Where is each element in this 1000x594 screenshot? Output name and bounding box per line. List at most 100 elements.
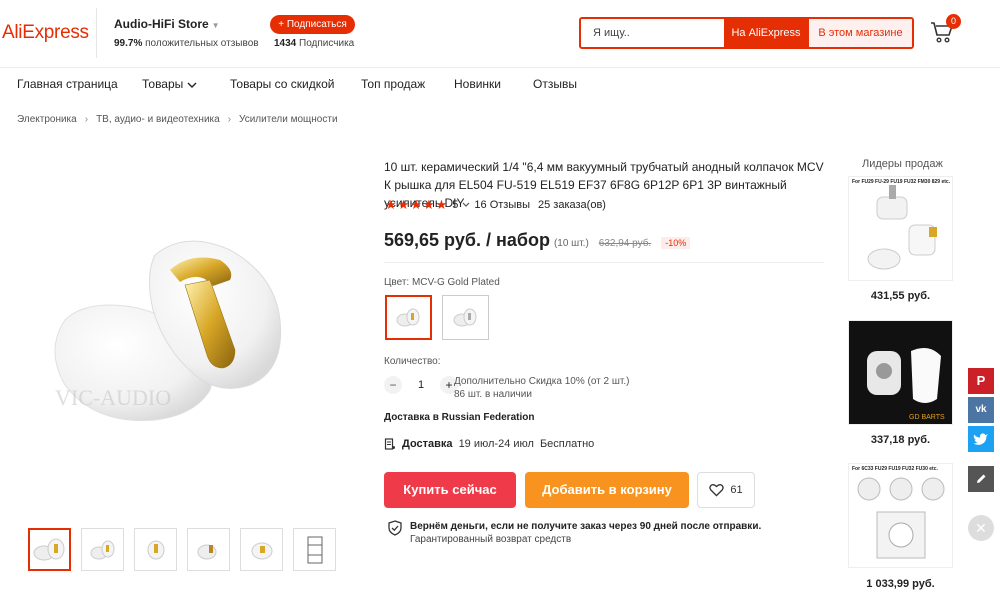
breadcrumb-item[interactable]: Электроника <box>17 114 77 125</box>
delivery-label: Доставка <box>402 438 453 450</box>
top-seller-image[interactable] <box>849 464 953 568</box>
product-thumbnail-image[interactable] <box>193 536 225 564</box>
top-seller-price[interactable]: 1 033,99 руб. <box>848 578 953 590</box>
top-seller-item[interactable]: For 6C33 FU29 FU19 FU32 FU30 etc. <box>848 463 953 568</box>
top-sellers-title: Лидеры продаж <box>862 158 943 170</box>
edit-icon[interactable] <box>968 466 994 492</box>
swatch-image[interactable] <box>394 306 424 330</box>
rating-stars-icon[interactable]: ★★★★★ <box>385 197 448 213</box>
nav-products-label[interactable]: Товары <box>142 77 183 91</box>
quantity-stock: 86 шт. в наличии <box>454 389 532 400</box>
nav-products[interactable]: Товары <box>142 77 230 91</box>
nav-reviews[interactable]: Отзывы <box>533 77 577 91</box>
quantity-input[interactable]: 1 <box>410 379 432 391</box>
aliexpress-logo[interactable]: AliExpress <box>2 22 89 44</box>
rating-value[interactable]: 5 <box>452 199 458 211</box>
cart-count-badge: 0 <box>946 14 961 29</box>
thumbnail[interactable] <box>134 528 177 571</box>
rating-row: ★★★★★ 5 16 Отзывы 25 заказа(ов) <box>385 197 606 213</box>
buyer-protection: Вернём деньги, если не получите заказ че… <box>388 520 761 546</box>
quantity-info: Дополнительно Скидка 10% (от 2 шт.) 86 ш… <box>454 375 629 401</box>
quantity-label: Количество: <box>384 356 441 367</box>
orders-count: 25 заказа(ов) <box>538 199 606 211</box>
store-rating: 99.7% положительных отзывов <box>114 38 259 49</box>
store-name[interactable]: Audio-HiFi Store ▼ <box>114 17 220 31</box>
pencil-icon[interactable] <box>975 473 987 485</box>
color-label: Цвет: MCV-G Gold Plated <box>384 277 500 288</box>
nav-home[interactable]: Главная страница <box>17 77 142 91</box>
delivery-icon <box>384 438 395 450</box>
guarantee-sub[interactable]: Гарантированный возврат средств <box>410 534 571 545</box>
top-seller-price[interactable]: 431,55 руб. <box>848 290 953 302</box>
pinterest-icon[interactable]: P <box>968 368 994 394</box>
buy-now-button[interactable]: Купить сейчас <box>384 472 516 508</box>
chevron-down-icon[interactable] <box>462 202 470 208</box>
subscribers-count: 1434 <box>274 38 297 49</box>
color-option-gold[interactable] <box>385 295 432 340</box>
reviews-link[interactable]: 16 Отзывы <box>474 199 530 211</box>
store-nav: Главная страница Товары Товары со скидко… <box>17 77 577 91</box>
top-seller-item[interactable]: GD BARTS <box>848 320 953 425</box>
thumbnail[interactable] <box>293 528 336 571</box>
watermark-text: VIC-AUDIO <box>55 385 171 410</box>
heart-icon[interactable] <box>709 483 725 497</box>
breadcrumb-item[interactable]: Усилители мощности <box>239 114 338 125</box>
delivery-row: Доставка 19 июл-24 июл Бесплатно <box>384 438 594 450</box>
guarantee-title: Вернём деньги, если не получите заказ че… <box>410 521 762 532</box>
guarantee-text: Вернём деньги, если не получите заказ че… <box>410 520 761 546</box>
thumbnail[interactable] <box>81 528 124 571</box>
product-thumbnail-image[interactable] <box>32 535 68 565</box>
nav-top-sales[interactable]: Топ продаж <box>361 77 454 91</box>
product-thumbnail-image[interactable] <box>87 536 119 564</box>
header-separator <box>0 67 1000 68</box>
quantity-stepper: − 1 + <box>384 376 458 394</box>
top-seller-brand: GD BARTS <box>909 414 945 421</box>
top-seller-item[interactable]: For FU29 FU-29 FU19 FU32 FM30 829 etc. <box>848 176 953 281</box>
top-seller-image[interactable]: GD BARTS <box>849 321 953 425</box>
search-bar: На AliExpress В этом магазине <box>579 17 914 49</box>
vk-icon[interactable]: vk <box>968 397 994 423</box>
discount-badge: -10% <box>661 237 691 249</box>
twitter-bird-icon[interactable] <box>973 432 989 446</box>
old-price: 632,94 руб. <box>598 238 652 249</box>
search-store-button[interactable]: В этом магазине <box>808 19 912 47</box>
shield-icon <box>388 520 402 536</box>
wishlist-button[interactable]: 61 <box>697 472 755 508</box>
close-icon[interactable]: ✕ <box>968 515 994 541</box>
product-thumbnail-image[interactable] <box>140 536 172 564</box>
thumbnail[interactable] <box>28 528 71 571</box>
thumbnail[interactable] <box>240 528 283 571</box>
quantity-minus-button[interactable]: − <box>384 376 402 394</box>
search-input[interactable] <box>581 19 724 47</box>
nav-discounts[interactable]: Товары со скидкой <box>230 77 361 91</box>
caret-down-icon[interactable]: ▼ <box>212 21 220 30</box>
search-aliexpress-button[interactable]: На AliExpress <box>724 19 808 47</box>
subscribe-button[interactable]: + Подписаться <box>270 15 355 34</box>
color-label-text: Цвет: <box>384 277 410 288</box>
add-to-cart-button[interactable]: Добавить в корзину <box>525 472 689 508</box>
twitter-icon[interactable] <box>968 426 994 452</box>
color-option-silver[interactable] <box>442 295 489 340</box>
top-seller-price[interactable]: 337,18 руб. <box>848 434 953 446</box>
product-thumbnail-image[interactable] <box>299 533 331 567</box>
thumbnail[interactable] <box>187 528 230 571</box>
swatch-image[interactable] <box>451 306 481 330</box>
chevron-right-icon: › <box>227 114 232 125</box>
delivery-dates: 19 июл-24 июл <box>458 438 534 450</box>
chevron-right-icon: › <box>84 114 89 125</box>
subscribers: 1434 Подписчика <box>274 38 354 49</box>
store-name-text[interactable]: Audio-HiFi Store <box>114 17 209 31</box>
product-thumbnail-image[interactable] <box>246 536 278 564</box>
top-seller-image[interactable] <box>849 177 953 281</box>
store-rating-text: положительных отзывов <box>145 38 259 49</box>
store-rating-value: 99.7% <box>114 38 143 49</box>
color-value: MCV-G Gold Plated <box>411 277 500 288</box>
chevron-down-icon[interactable] <box>187 81 197 89</box>
ship-to[interactable]: Доставка в Russian Federation <box>384 412 534 423</box>
price-unit: (10 шт.) <box>553 238 589 249</box>
wishlist-count[interactable]: 61 <box>730 484 742 496</box>
nav-new[interactable]: Новинки <box>454 77 533 91</box>
thumbnail-strip <box>28 528 336 571</box>
product-main-image[interactable]: VIC-AUDIO <box>35 200 335 460</box>
breadcrumb-item[interactable]: ТВ, аудио- и видеотехника <box>96 114 220 125</box>
